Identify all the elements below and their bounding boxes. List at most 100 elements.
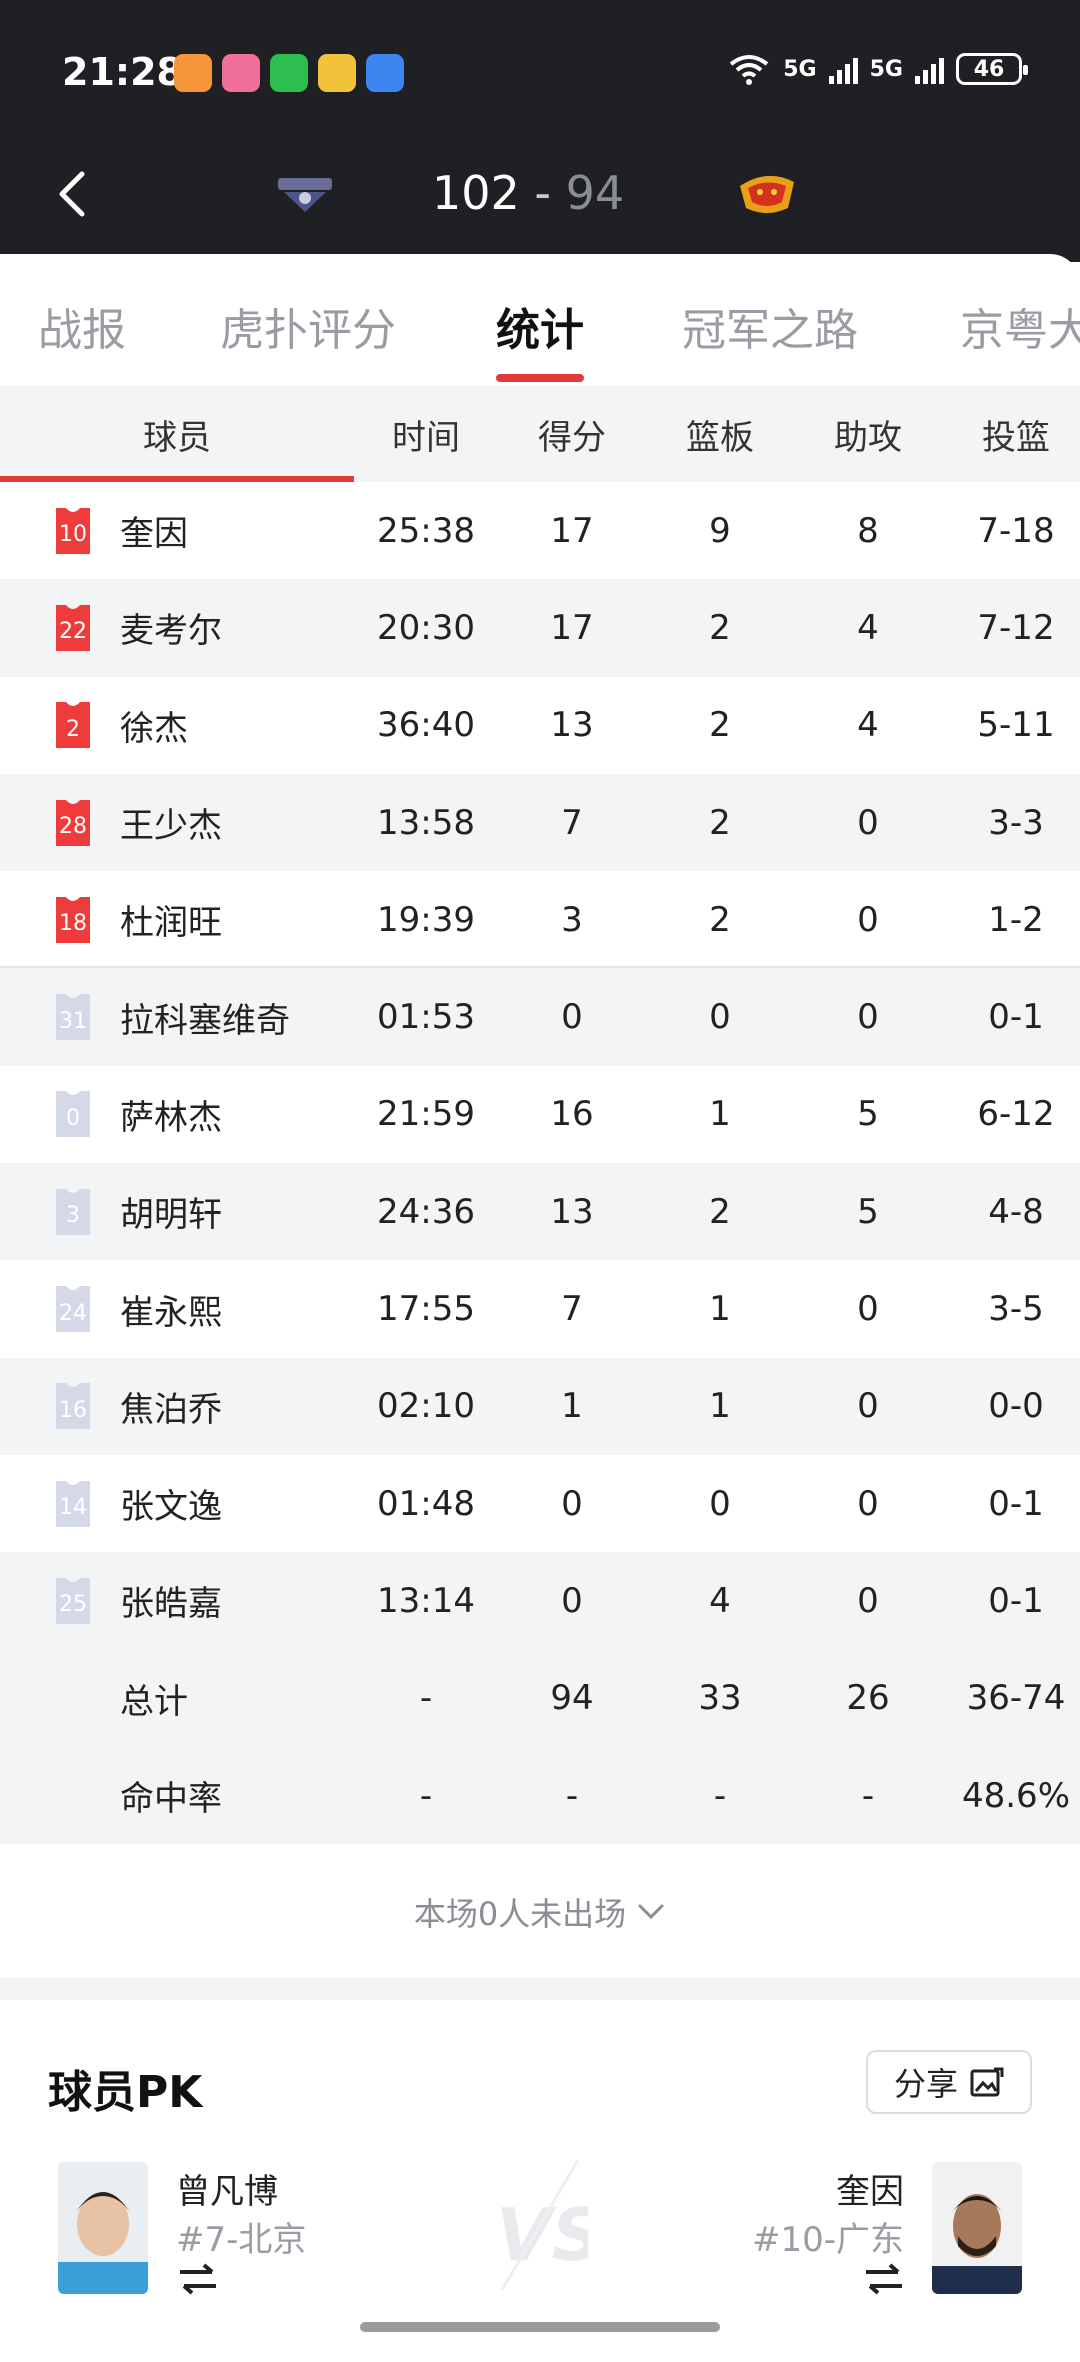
player-name[interactable]: 杜润旺 <box>120 895 222 944</box>
right-player-info: #10-广东 <box>751 2220 904 2260</box>
header-player[interactable]: 球员 <box>0 410 354 459</box>
player-cell[interactable]: 16 焦泊乔 <box>0 1358 354 1455</box>
percent-points: - <box>565 1775 579 1816</box>
table-row[interactable]: 2 徐杰 36:40 13 2 4 5-11 <box>0 676 1080 774</box>
player-assists: 4 <box>857 705 879 746</box>
player-rebounds: 2 <box>709 1191 731 1232</box>
signal-icon-2 <box>915 54 944 84</box>
player-rebounds: 2 <box>709 607 731 648</box>
player-cell[interactable]: 10 奎因 <box>0 482 354 579</box>
tab-report[interactable]: 战报 <box>38 294 126 358</box>
table-row[interactable]: 25 张皓嘉 13:14 0 4 0 0-1 <box>0 1552 1080 1650</box>
player-cell[interactable]: 22 麦考尔 <box>0 579 354 676</box>
player-assists: 0 <box>857 802 879 843</box>
share-image-icon <box>970 2067 1004 2097</box>
tab-stats[interactable]: 统计 <box>496 294 584 358</box>
jersey-number: 22 <box>59 619 87 645</box>
player-name[interactable]: 崔永熙 <box>120 1285 222 1334</box>
tab-hupu-rating[interactable]: 虎扑评分 <box>220 294 396 358</box>
header-rebounds[interactable]: 篮板 <box>646 410 794 459</box>
player-rows: 10 奎因 25:38 17 9 8 7-18 22 麦考尔 20:30 17 2 4 7-12 2 徐杰 36… <box>0 482 1080 1650</box>
player-cell[interactable]: 28 王少杰 <box>0 774 354 871</box>
table-row[interactable]: 0 萨林杰 21:59 16 1 5 6-12 <box>0 1065 1080 1164</box>
table-row[interactable]: 18 杜润旺 19:39 3 2 0 1-2 <box>0 871 1080 969</box>
player-name[interactable]: 徐杰 <box>120 701 188 750</box>
table-row[interactable]: 24 崔永熙 17:55 7 1 0 3-5 <box>0 1260 1080 1358</box>
tab-championship-road[interactable]: 冠军之路 <box>682 294 858 358</box>
player-minutes: 02:10 <box>377 1386 475 1427</box>
player-name[interactable]: 萨林杰 <box>120 1090 222 1139</box>
player-cell[interactable]: 25 张皓嘉 <box>0 1552 354 1649</box>
swap-right-icon[interactable] <box>862 2262 906 2296</box>
table-row[interactable]: 22 麦考尔 20:30 17 2 4 7-12 <box>0 579 1080 677</box>
player-field-goals: 3-5 <box>988 1289 1044 1330</box>
player-assists: 0 <box>857 997 879 1038</box>
player-name[interactable]: 张皓嘉 <box>120 1576 222 1625</box>
player-field-goals: 0-1 <box>988 997 1044 1038</box>
jersey-number: 31 <box>59 1008 87 1034</box>
player-points: 7 <box>561 1289 583 1330</box>
home-indicator[interactable] <box>360 2322 720 2332</box>
table-row[interactable]: 16 焦泊乔 02:10 1 1 0 0-0 <box>0 1357 1080 1455</box>
player-cell[interactable]: 18 杜润旺 <box>0 871 354 968</box>
player-name[interactable]: 胡明轩 <box>120 1187 222 1236</box>
player-cell[interactable]: 24 崔永熙 <box>0 1260 354 1357</box>
player-name[interactable]: 奎因 <box>120 506 188 555</box>
southern-tigers-logo[interactable] <box>732 168 802 218</box>
swap-left-icon[interactable] <box>176 2262 220 2296</box>
pk-title: 球员PK <box>48 2067 203 2118</box>
player-assists: 5 <box>857 1191 879 1232</box>
player-name[interactable]: 焦泊乔 <box>120 1382 222 1431</box>
table-row[interactable]: 28 王少杰 13:58 7 2 0 3-3 <box>0 773 1080 872</box>
player-rebounds: 4 <box>709 1580 731 1621</box>
left-player-name[interactable]: 曾凡博 <box>176 2164 278 2213</box>
player-cell[interactable]: 14 张文逸 <box>0 1455 354 1552</box>
right-player-avatar[interactable] <box>932 2162 1022 2294</box>
player-minutes: 21:59 <box>377 1094 475 1135</box>
box-score-table: 球员 时间 得分 篮板 助攻 投篮 10 奎因 25:38 17 9 8 7-18 22 麦考尔… <box>0 386 1080 1845</box>
player-assists: 8 <box>857 510 879 551</box>
player-rebounds: 0 <box>709 1483 731 1524</box>
header-time[interactable]: 时间 <box>354 410 498 459</box>
score-separator: - <box>519 166 566 220</box>
player-minutes: 13:58 <box>377 802 475 843</box>
player-cell[interactable]: 3 胡明轩 <box>0 1163 354 1260</box>
header-points[interactable]: 得分 <box>498 410 646 459</box>
dnp-toggle[interactable]: 本场0人未出场 <box>0 1846 1080 1978</box>
player-name[interactable]: 麦考尔 <box>120 603 222 652</box>
left-player-avatar[interactable] <box>58 2162 148 2294</box>
player-minutes: 01:48 <box>377 1483 475 1524</box>
ducks-logo[interactable] <box>270 168 340 218</box>
table-row[interactable]: 14 张文逸 01:48 0 0 0 0-1 <box>0 1454 1080 1553</box>
message-icon <box>366 54 404 92</box>
player-points: 0 <box>561 997 583 1038</box>
player-cell[interactable]: 2 徐杰 <box>0 677 354 774</box>
share-button[interactable]: 分享 <box>866 2050 1032 2114</box>
table-row[interactable]: 31 拉科塞维奇 01:53 0 0 0 0-1 <box>0 968 1080 1066</box>
right-player-name[interactable]: 奎因 <box>836 2164 904 2213</box>
table-row[interactable]: 3 胡明轩 24:36 13 2 5 4-8 <box>0 1163 1080 1261</box>
totals-field-goals: 36-74 <box>966 1678 1066 1719</box>
status-indicators: 5G 5G 46 <box>727 52 1028 86</box>
player-assists: 0 <box>857 1483 879 1524</box>
player-minutes: 36:40 <box>377 705 475 746</box>
share-label: 分享 <box>893 2065 958 2103</box>
percent-field-goals: 48.6% <box>961 1775 1070 1816</box>
player-cell[interactable]: 31 拉科塞维奇 <box>0 968 354 1065</box>
player-minutes: 19:39 <box>377 899 475 940</box>
player-name[interactable]: 拉科塞维奇 <box>120 993 290 1042</box>
player-name[interactable]: 张文逸 <box>120 1479 222 1528</box>
player-cell[interactable]: 0 萨林杰 <box>0 1066 354 1163</box>
player-rebounds: 1 <box>709 1094 731 1135</box>
header-assists[interactable]: 助攻 <box>794 410 942 459</box>
totals-rebounds: 33 <box>698 1678 742 1719</box>
game-score: 102 - 94 <box>432 166 624 220</box>
player-field-goals: 4-8 <box>988 1191 1044 1232</box>
header-field-goals[interactable]: 投篮 <box>942 410 1080 459</box>
player-name[interactable]: 王少杰 <box>120 798 222 847</box>
jersey-icon: 31 <box>52 992 94 1042</box>
table-row[interactable]: 10 奎因 25:38 17 9 8 7-18 <box>0 482 1080 580</box>
jersey-number: 0 <box>66 1105 80 1131</box>
back-arrow-icon[interactable] <box>52 168 92 220</box>
tab-beijing-guangdong[interactable]: 京粤大 <box>960 294 1080 358</box>
